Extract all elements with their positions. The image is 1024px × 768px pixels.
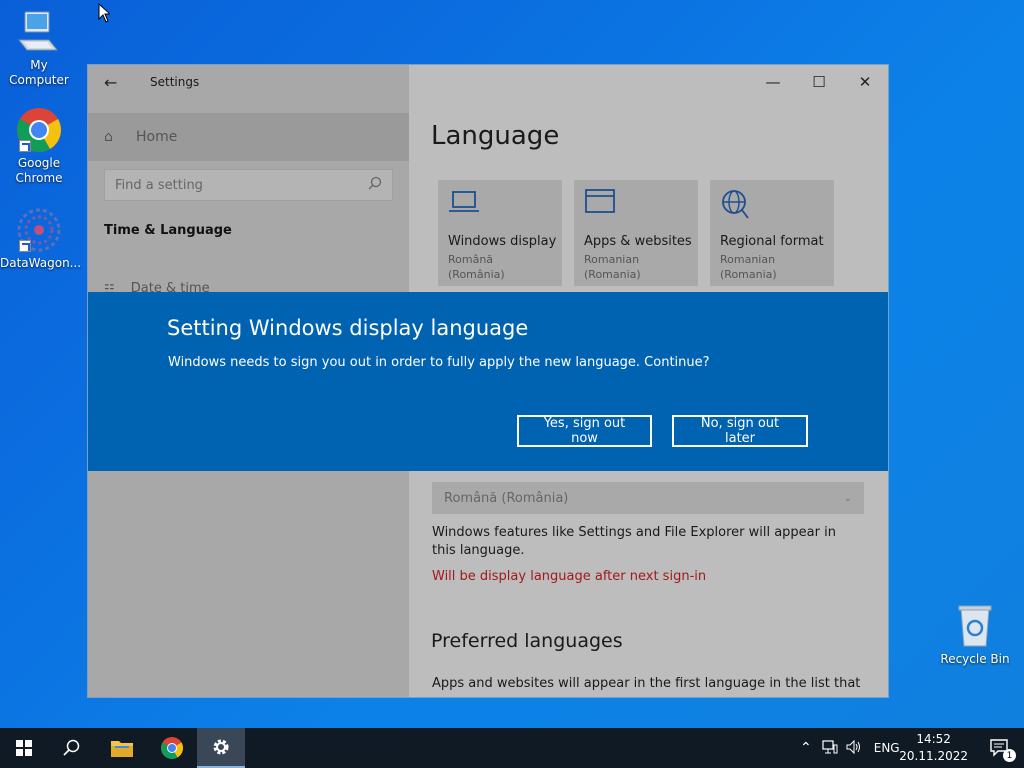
computer-icon xyxy=(15,8,63,56)
input-language-indicator[interactable]: ENG xyxy=(874,741,900,755)
window-title: Settings xyxy=(150,75,200,89)
datawagon-icon xyxy=(15,206,63,254)
tile-label: Apps & websites xyxy=(584,234,692,249)
sidebar-item-label: Home xyxy=(136,129,178,145)
recycle-bin-icon xyxy=(951,602,999,650)
close-button[interactable]: ✕ xyxy=(842,65,888,99)
start-button[interactable] xyxy=(0,728,48,768)
clock[interactable]: 14:52 20.11.2022 xyxy=(899,731,968,765)
folder-icon xyxy=(111,741,133,757)
shortcut-arrow-icon xyxy=(19,240,31,252)
tile-regional-format[interactable]: Regional format Romanian (Romania) xyxy=(710,180,834,286)
dialog-message: Windows needs to sign you out in order t… xyxy=(168,355,710,370)
volume-icon[interactable] xyxy=(846,739,862,757)
desktop-icon-label: Recycle Bin xyxy=(940,652,1010,666)
window-icon xyxy=(584,188,688,222)
sidebar-item-home[interactable]: ⌂ Home xyxy=(88,113,409,161)
sign-out-dialog: Setting Windows display language Windows… xyxy=(88,292,888,471)
page-title: Language xyxy=(431,121,560,151)
tile-sub: Romanian (Romania) xyxy=(584,253,641,281)
desktop-icon-recycle-bin[interactable]: Recycle Bin xyxy=(936,602,1014,667)
desktop-icon-datawagon[interactable]: DataWagon... xyxy=(0,206,82,271)
taskbar-chrome[interactable] xyxy=(148,728,196,768)
mouse-cursor-icon xyxy=(98,3,110,23)
display-language-description: Windows features like Settings and File … xyxy=(432,525,836,558)
yes-sign-out-now-button[interactable]: Yes, sign out now xyxy=(517,415,652,447)
desktop-icon-google-chrome[interactable]: Google Chrome xyxy=(0,106,78,186)
taskbar: ⌃ ENG 14:52 20.11.2022 1 xyxy=(0,728,1024,768)
windows-logo-icon xyxy=(16,740,32,756)
system-tray: ⌃ ENG xyxy=(800,728,900,768)
tile-label: Windows display xyxy=(448,234,557,249)
back-arrow-icon[interactable]: ← xyxy=(104,73,117,92)
desktop-icon-label: Google Chrome xyxy=(15,156,63,185)
chevron-down-icon: ⌄ xyxy=(843,492,852,504)
chevron-up-icon[interactable]: ⌃ xyxy=(800,740,812,756)
no-sign-out-later-button[interactable]: No, sign out later xyxy=(672,415,808,447)
search-placeholder: Find a setting xyxy=(115,177,203,193)
home-icon: ⌂ xyxy=(104,129,113,145)
clock-time: 14:52 xyxy=(916,732,951,746)
chrome-icon xyxy=(15,106,63,154)
desktop-icon-label: DataWagon... xyxy=(0,256,82,270)
desktop-icon-label: My Computer xyxy=(9,58,69,87)
taskbar-file-explorer[interactable] xyxy=(98,728,146,768)
taskbar-search-button[interactable] xyxy=(48,728,96,768)
gear-icon xyxy=(213,739,229,755)
maximize-button[interactable]: ☐ xyxy=(796,65,842,99)
taskbar-settings[interactable] xyxy=(197,728,245,768)
preferred-languages-heading: Preferred languages xyxy=(431,630,623,652)
notification-badge: 1 xyxy=(1003,749,1016,762)
chrome-icon xyxy=(161,737,183,759)
section-title: Time & Language xyxy=(104,223,232,238)
globe-icon xyxy=(720,188,824,222)
display-language-warning: Will be display language after next sign… xyxy=(432,569,707,584)
clock-date: 20.11.2022 xyxy=(899,749,968,763)
tile-label: Regional format xyxy=(720,234,824,249)
shortcut-arrow-icon xyxy=(19,140,31,152)
tile-sub: Romanian (Romania) xyxy=(720,253,777,281)
titlebar: ← Settings xyxy=(88,65,409,99)
notification-center-button[interactable]: 1 xyxy=(976,728,1024,768)
tile-windows-display[interactable]: Windows display Română (România) xyxy=(438,180,562,286)
window-controls: — ☐ ✕ xyxy=(750,65,888,99)
tile-apps-websites[interactable]: Apps & websites Romanian (Romania) xyxy=(574,180,698,286)
search-input[interactable]: Find a setting xyxy=(104,169,393,201)
tile-sub: Română (România) xyxy=(448,253,505,281)
search-icon xyxy=(63,739,80,756)
laptop-icon xyxy=(448,188,552,222)
minimize-button[interactable]: — xyxy=(750,65,796,99)
selected-language: Română (România) xyxy=(444,490,569,506)
search-icon xyxy=(368,176,382,194)
display-language-select[interactable]: Română (România) ⌄ xyxy=(432,482,864,514)
network-icon[interactable] xyxy=(822,739,838,757)
desktop-icon-my-computer[interactable]: My Computer xyxy=(0,8,78,88)
preferred-languages-description: Apps and websites will appear in the fir… xyxy=(432,676,861,691)
dialog-title: Setting Windows display language xyxy=(167,316,529,340)
